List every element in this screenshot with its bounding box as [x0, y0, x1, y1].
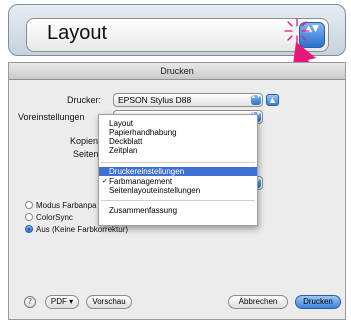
radio-no-color-correction-label: Aus (Keine Farbkorrektur): [36, 225, 129, 234]
menu-item-layout[interactable]: Layout: [99, 119, 257, 128]
menu-separator: [101, 162, 255, 163]
pdf-button[interactable]: PDF ▾: [45, 295, 79, 309]
preview-button[interactable]: Vorschau: [86, 295, 132, 309]
menu-item-page-layout-settings[interactable]: Seitenlayouteinstellungen: [99, 186, 257, 195]
menu-item-scheduler[interactable]: Zeitplan: [99, 146, 257, 155]
radio-colorsync-label: ColorSync: [36, 213, 73, 222]
radio-color-mode[interactable]: Modus Farbanpa: [25, 201, 96, 211]
menu-item-color-management[interactable]: ✓ Farbmanagement: [99, 177, 257, 186]
copies-label: Kopien: [70, 136, 99, 146]
screen: Layout ▲▼ Drucken Drucker: EPSON Stylus …: [0, 0, 351, 320]
cancel-button[interactable]: Abbrechen: [228, 295, 288, 309]
checkmark-icon: ✓: [102, 178, 108, 185]
radio-colorsync[interactable]: ColorSync: [25, 213, 73, 223]
radio-no-color-correction[interactable]: Aus (Keine Farbkorrektur): [25, 225, 128, 235]
radio-button-icon: [25, 201, 33, 209]
printer-value: EPSON Stylus D88: [118, 95, 192, 105]
printer-popup[interactable]: EPSON Stylus D88 ▲▼: [113, 93, 263, 107]
pages-label: Seiten: [73, 149, 99, 159]
printer-label: Drucker:: [67, 95, 102, 105]
panel-menu: Layout Papierhandhabung Deckblatt Zeitpl…: [98, 114, 258, 226]
menu-item-printer-settings[interactable]: Druckereinstellungen: [99, 167, 257, 176]
print-button[interactable]: Drucken: [295, 295, 341, 309]
dialog-title: Drucken: [9, 63, 345, 80]
menu-item-paper-handling[interactable]: Papierhandhabung: [99, 128, 257, 137]
menu-item-summary[interactable]: Zusammenfassung: [99, 206, 257, 215]
menu-item-cover-page[interactable]: Deckblatt: [99, 137, 257, 146]
help-button[interactable]: ?: [24, 296, 36, 308]
menu-separator: [101, 200, 255, 201]
disclosure-triangle-icon: ▲: [269, 96, 276, 104]
printer-popup-arrows-icon: ▲▼: [251, 95, 261, 105]
radio-button-icon: [25, 213, 33, 221]
layout-popup-label: Layout: [47, 22, 108, 44]
presets-label: Voreinstellungen: [18, 112, 85, 122]
radio-button-selected-icon: [25, 225, 33, 233]
radio-color-mode-label: Modus Farbanpa: [36, 201, 97, 210]
menu-item-color-management-label: Farbmanagement: [109, 177, 173, 186]
printer-disclosure-button[interactable]: ▲: [266, 94, 279, 106]
